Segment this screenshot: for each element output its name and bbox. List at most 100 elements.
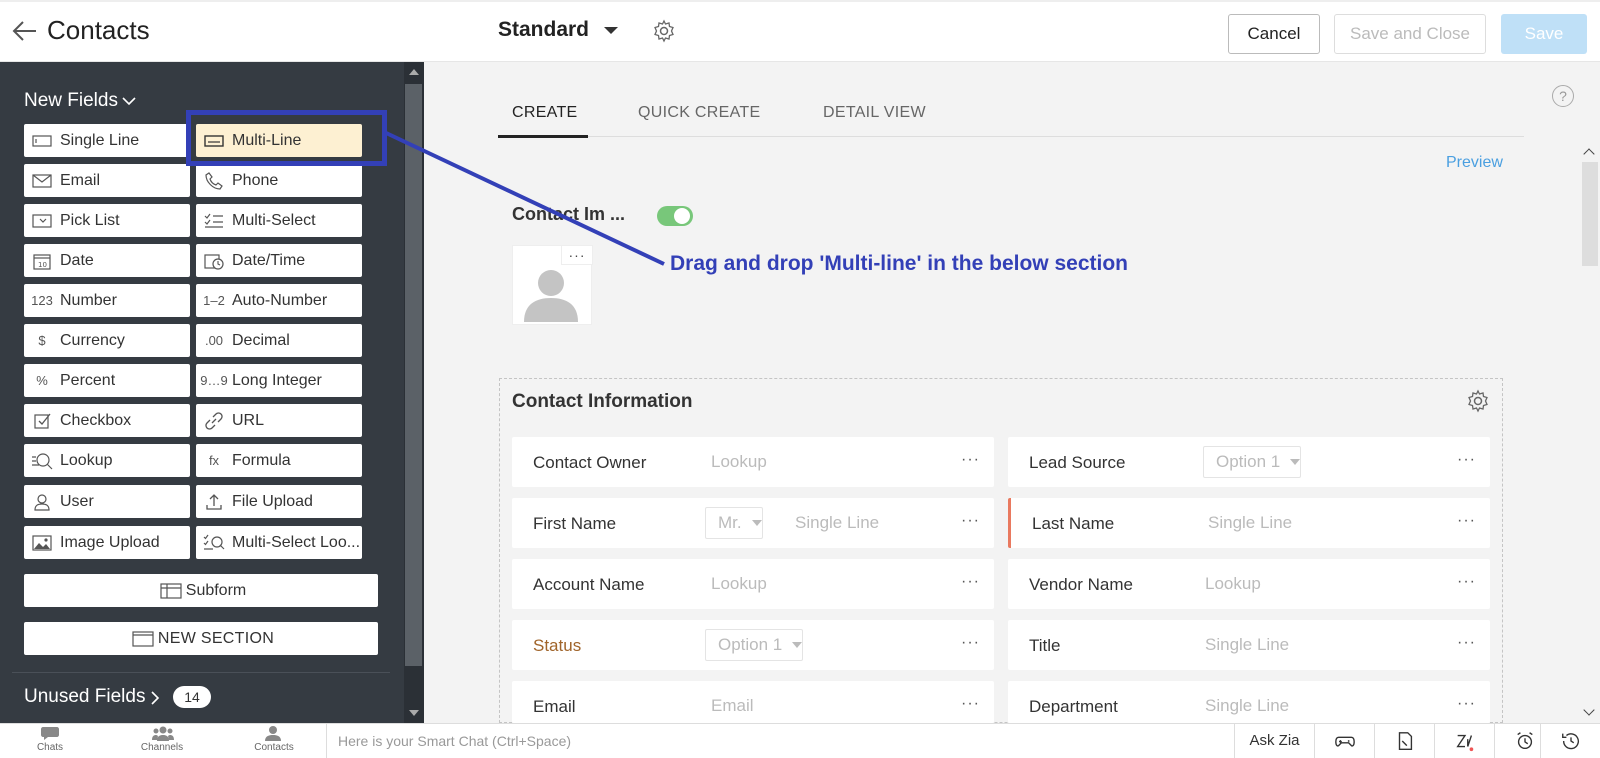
field-row-department[interactable]: Department Single Line ··· xyxy=(1008,681,1490,723)
field-type-auto-number[interactable]: 1–2 Auto-Number xyxy=(196,284,362,317)
field-type-single-line[interactable]: Single Line xyxy=(24,124,190,157)
field-type-image-upload[interactable]: Image Upload xyxy=(24,526,190,559)
cancel-button[interactable]: Cancel xyxy=(1228,14,1320,54)
bottom-nav-channels[interactable]: Channels xyxy=(132,725,192,757)
ask-zia-button[interactable]: Ask Zia xyxy=(1234,723,1314,758)
dropdown-placeholder: Option 1 xyxy=(1203,446,1302,478)
more-options-icon[interactable]: ··· xyxy=(961,512,980,530)
email-icon xyxy=(24,173,60,188)
field-row-email[interactable]: Email Email ··· xyxy=(512,681,994,723)
field-row-title[interactable]: Title Single Line ··· xyxy=(1008,620,1490,670)
active-tab-indicator xyxy=(498,135,588,138)
notes-icon[interactable] xyxy=(1374,723,1434,758)
section-icon xyxy=(128,630,158,647)
new-fields-title[interactable]: New Fields xyxy=(24,90,118,112)
preview-link[interactable]: Preview xyxy=(1446,154,1503,172)
more-options-icon[interactable]: ··· xyxy=(1457,451,1476,469)
field-type-lookup[interactable]: Lookup xyxy=(24,444,190,477)
channels-icon xyxy=(152,725,174,741)
game-controller-icon[interactable] xyxy=(1314,723,1374,758)
tab-detail-view[interactable]: DETAIL VIEW xyxy=(823,104,926,122)
page-title: Contacts xyxy=(47,15,150,45)
chevron-right-icon[interactable] xyxy=(150,691,160,705)
main-scrollbar-thumb[interactable] xyxy=(1582,162,1598,266)
save-and-close-button[interactable]: Save and Close xyxy=(1334,14,1486,54)
bottom-nav-contacts[interactable]: Contacts xyxy=(244,725,304,757)
field-type-date[interactable]: 10 Date xyxy=(24,244,190,277)
field-type-long-integer[interactable]: 9…9 Long Integer xyxy=(196,364,362,397)
field-type-label: Date xyxy=(60,251,94,269)
field-type-url[interactable]: URL xyxy=(196,404,362,437)
help-icon[interactable]: ? xyxy=(1552,85,1574,107)
chevron-down-icon[interactable] xyxy=(122,96,136,106)
scroll-down-icon[interactable] xyxy=(409,710,419,716)
save-button[interactable]: Save xyxy=(1501,14,1587,54)
tab-create[interactable]: CREATE xyxy=(512,104,578,122)
image-menu-icon[interactable]: ··· xyxy=(561,245,593,265)
toggle-knob[interactable] xyxy=(674,208,690,224)
back-arrow-icon[interactable] xyxy=(10,16,40,46)
field-row-status[interactable]: Status Option 1 ··· xyxy=(512,620,994,670)
chevron-down-icon[interactable] xyxy=(604,27,618,34)
gear-icon[interactable] xyxy=(652,19,676,43)
field-row-account-name[interactable]: Account Name Lookup ··· xyxy=(512,559,994,609)
tab-quick-create[interactable]: QUICK CREATE xyxy=(638,104,760,122)
field-type-label: Formula xyxy=(232,451,291,469)
field-type-multi-select[interactable]: Multi-Select xyxy=(196,204,362,237)
field-row-contact-owner[interactable]: Contact Owner Lookup ··· xyxy=(512,437,994,487)
unused-fields-title[interactable]: Unused Fields xyxy=(24,686,145,708)
field-row-lead-source[interactable]: Lead Source Option 1 ··· xyxy=(1008,437,1490,487)
field-row-first-name[interactable]: First Name Mr. Single Line ··· xyxy=(512,498,994,548)
bottom-nav-chats[interactable]: Chats xyxy=(20,725,80,757)
dropdown-value: Option 1 xyxy=(1216,452,1281,471)
more-options-icon[interactable]: ··· xyxy=(961,573,980,591)
field-row-last-name[interactable]: Last Name Single Line ··· xyxy=(1008,498,1490,548)
more-options-icon[interactable]: ··· xyxy=(961,634,980,652)
field-type-placeholder: Lookup xyxy=(711,574,767,593)
more-options-icon[interactable]: ··· xyxy=(1457,695,1476,713)
field-label: Status xyxy=(533,636,582,655)
tab-divider xyxy=(498,136,1524,137)
field-label: Title xyxy=(1029,636,1061,655)
field-type-checkbox[interactable]: Checkbox xyxy=(24,404,190,437)
bottom-nav-label: Contacts xyxy=(254,742,294,753)
field-type-number[interactable]: 123 Number xyxy=(24,284,190,317)
phone-icon xyxy=(196,171,232,190)
field-type-phone[interactable]: Phone xyxy=(196,164,362,197)
layout-selector[interactable]: Standard xyxy=(498,18,589,42)
field-type-multi-select-loo[interactable]: Multi-Select Loo... xyxy=(196,526,362,559)
more-options-icon[interactable]: ··· xyxy=(961,451,980,469)
field-label: Department xyxy=(1029,697,1118,716)
more-options-icon[interactable]: ··· xyxy=(961,695,980,713)
contact-information-section[interactable] xyxy=(499,378,1503,723)
more-options-icon[interactable]: ··· xyxy=(1457,573,1476,591)
field-label: Email xyxy=(533,697,576,716)
field-type-label: Long Integer xyxy=(232,371,322,389)
field-type-label: Date/Time xyxy=(232,251,306,269)
field-row-vendor-name[interactable]: Vendor Name Lookup ··· xyxy=(1008,559,1490,609)
more-options-icon[interactable]: ··· xyxy=(1457,512,1476,530)
new-section-button[interactable]: NEW SECTION xyxy=(24,622,378,655)
field-type-decimal[interactable]: .00 Decimal xyxy=(196,324,362,357)
field-type-formula[interactable]: fx Formula xyxy=(196,444,362,477)
field-type-pick-list[interactable]: Pick List xyxy=(24,204,190,237)
unused-count-badge: 14 xyxy=(173,686,211,708)
field-type-file-upload[interactable]: File Upload xyxy=(196,485,362,518)
subform-field[interactable]: Subform xyxy=(24,574,378,607)
zia-icon[interactable] xyxy=(1434,723,1494,758)
user-icon xyxy=(24,493,60,511)
more-options-icon[interactable]: ··· xyxy=(1457,634,1476,652)
smart-chat-input[interactable]: Here is your Smart Chat (Ctrl+Space) xyxy=(338,733,571,749)
date-icon: 10 xyxy=(24,252,60,270)
history-icon[interactable] xyxy=(1540,723,1600,758)
field-type-user[interactable]: User xyxy=(24,485,190,518)
gear-icon[interactable] xyxy=(1466,389,1490,413)
field-type-date-time[interactable]: Date/Time xyxy=(196,244,362,277)
field-type-placeholder: Lookup xyxy=(1205,574,1261,593)
field-type-currency[interactable]: $ Currency xyxy=(24,324,190,357)
field-type-percent[interactable]: % Percent xyxy=(24,364,190,397)
image-upload-icon xyxy=(24,534,60,551)
sidebar-scrollbar-thumb[interactable] xyxy=(405,84,422,666)
scroll-up-icon[interactable] xyxy=(409,69,419,75)
field-type-email[interactable]: Email xyxy=(24,164,190,197)
